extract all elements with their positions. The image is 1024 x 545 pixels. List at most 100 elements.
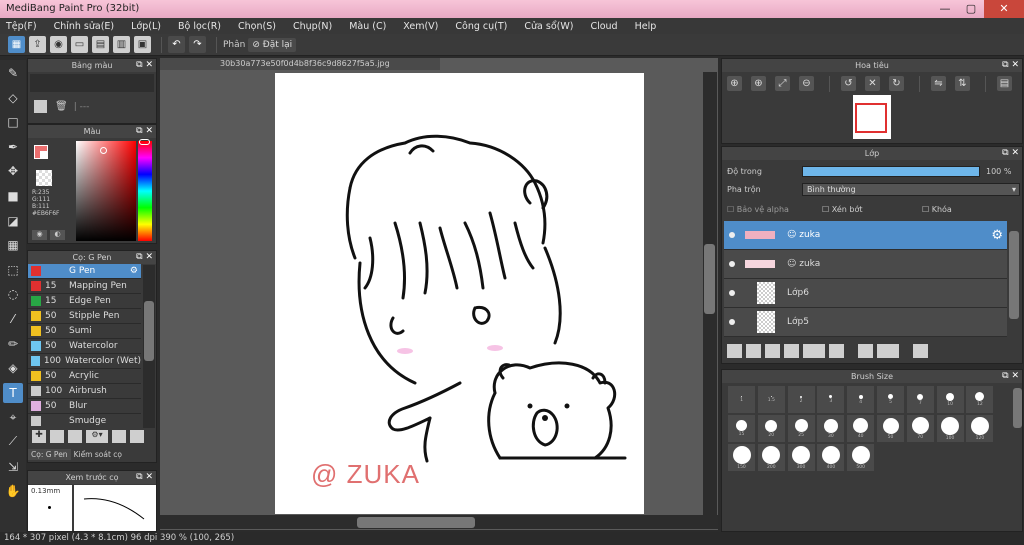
menu-filter[interactable]: Bộ lọc(R) — [178, 21, 221, 32]
menu-file[interactable]: Tệp(F) — [6, 21, 37, 32]
layout-icon[interactable]: ▦ — [8, 36, 25, 53]
export-icon[interactable]: ⇪ — [29, 36, 46, 53]
navigator-settings-icon[interactable]: ▤ — [997, 76, 1012, 91]
panel-controls[interactable]: ⧉ ✕ — [136, 59, 153, 72]
lock-checkbox[interactable]: ☐ Khóa — [922, 205, 952, 214]
visibility-icon[interactable] — [729, 261, 735, 267]
minimize-button[interactable]: — — [932, 0, 958, 18]
gradient-tool-icon[interactable]: ▦ — [3, 235, 23, 255]
brush-size-option[interactable]: 20 — [757, 415, 785, 442]
hand-tool-icon[interactable]: ✋ — [3, 481, 23, 501]
redo-icon[interactable]: ↷ — [189, 36, 206, 53]
brush-size-scroll-thumb[interactable] — [1013, 388, 1022, 428]
close-button[interactable]: ✕ — [984, 0, 1024, 18]
menu-cloud[interactable]: Cloud — [590, 21, 617, 32]
visibility-icon[interactable] — [729, 290, 735, 296]
brush-size-option[interactable]: 150 — [728, 444, 755, 471]
brush-size-option[interactable]: 500 — [847, 444, 875, 471]
delete-palette-icon[interactable]: 🗑 — [55, 101, 68, 112]
layer-list-scroll-thumb[interactable] — [1009, 231, 1019, 319]
pages-icon[interactable]: ▥ — [113, 36, 130, 53]
brush-size-option[interactable]: 50 — [877, 415, 904, 442]
flip-icon[interactable]: ⇋ — [931, 76, 946, 91]
menu-layer[interactable]: Lớp(L) — [131, 21, 161, 32]
brush-size-option[interactable]: 12 — [966, 386, 994, 413]
visibility-icon[interactable] — [729, 232, 735, 238]
delete-layer-icon[interactable] — [913, 344, 928, 358]
color-picker-cursor[interactable] — [100, 147, 107, 154]
saturation-value-field[interactable] — [76, 141, 136, 241]
brush-size-option[interactable]: 30 — [817, 415, 845, 442]
copy-brush-icon[interactable] — [68, 430, 82, 443]
menu-color[interactable]: Màu (C) — [349, 21, 386, 32]
hue-slider-handle[interactable] — [139, 139, 150, 145]
menu-window[interactable]: Cửa sổ(W) — [524, 21, 573, 32]
brush-size-option[interactable]: 15 — [728, 415, 755, 442]
move-tool-icon[interactable]: ✥ — [3, 161, 23, 181]
opacity-slider[interactable] — [802, 166, 980, 177]
flip-vertical-icon[interactable]: ⇅ — [955, 76, 970, 91]
color-settings-toggle[interactable]: ◐ — [50, 230, 65, 240]
brush-item[interactable]: 50 Stipple Pen — [28, 309, 141, 324]
new-halftone-layer-icon[interactable] — [746, 344, 761, 358]
grid-icon[interactable]: ▣ — [134, 36, 151, 53]
brush-size-option[interactable]: 120 — [966, 415, 994, 442]
brush-size-option[interactable]: 70 — [906, 415, 934, 442]
merge-layer-icon[interactable] — [877, 344, 899, 358]
menu-help[interactable]: Help — [635, 21, 657, 32]
brush-item[interactable]: 100 Airbrush — [28, 384, 141, 399]
delete-brush-icon[interactable] — [112, 430, 126, 443]
menu-tools[interactable]: Công cụ(T) — [455, 21, 507, 32]
brush-size-option[interactable]: 40 — [847, 415, 875, 442]
select-eraser-tool-icon[interactable]: ◈ — [3, 358, 23, 378]
new-8bit-layer-icon[interactable] — [765, 344, 780, 358]
select-tool-icon[interactable]: ⬚ — [3, 260, 23, 280]
text-tool-icon[interactable]: T — [3, 382, 23, 403]
new-1bit-layer-icon[interactable] — [784, 344, 799, 358]
brush-item[interactable]: 50 Watercolor — [28, 339, 141, 354]
tab-brush[interactable]: Cọ: G Pen — [28, 449, 71, 460]
brush-size-option[interactable]: 200 — [757, 444, 785, 471]
brush-size-option[interactable]: 25 — [787, 415, 815, 442]
layer-row[interactable]: ☺ zuka ⚙ — [724, 221, 1007, 250]
folder-brush-icon[interactable] — [130, 430, 144, 443]
vertical-scroll-thumb[interactable] — [704, 244, 715, 314]
duplicate-layer-icon[interactable] — [858, 344, 873, 358]
rotate-left-icon[interactable]: ↺ — [841, 76, 856, 91]
snap-reset-button[interactable]: ⊘ Đặt lại — [248, 37, 297, 52]
comment-icon[interactable]: ◉ — [50, 36, 67, 53]
panel-controls[interactable]: ⧉ ✕ — [136, 125, 153, 138]
navigator-viewport[interactable] — [855, 103, 887, 133]
bucket-tool-icon[interactable]: ◪ — [3, 211, 23, 231]
brush-item[interactable]: 100 Watercolor (Wet) — [28, 354, 141, 369]
blend-mode-select[interactable]: Bình thường ▾ — [802, 183, 1020, 196]
brush-settings-icon[interactable]: ⚙ — [130, 266, 138, 276]
layer-row[interactable]: Lớp5 — [724, 308, 1007, 337]
brush-size-option[interactable]: 5 — [877, 386, 904, 413]
palette-swatches[interactable] — [30, 74, 154, 92]
brush-item[interactable]: 50 Acrylic — [28, 369, 141, 384]
maximize-button[interactable]: ▢ — [958, 0, 984, 18]
color-mode-toggle[interactable]: ◉ — [32, 230, 47, 240]
panel-controls[interactable]: ⧉ ✕ — [136, 471, 153, 484]
layer-row[interactable]: Lớp6 — [724, 279, 1007, 308]
layer-settings-icon[interactable]: ⚙ — [991, 228, 1003, 243]
background-color-swatch[interactable] — [40, 151, 48, 159]
new-palette-icon[interactable] — [34, 100, 47, 113]
brush-size-option[interactable]: 3 — [817, 386, 845, 413]
magic-wand-tool-icon[interactable]: ⁄ — [3, 309, 23, 329]
divide-tool-icon[interactable]: ⇲ — [3, 457, 23, 477]
lasso-tool-icon[interactable]: ◌ — [3, 284, 23, 304]
panel-icon[interactable]: ▭ — [71, 36, 88, 53]
transparent-color-swatch[interactable] — [36, 170, 52, 186]
brush-settings-icon[interactable]: ⚙▾ — [86, 430, 108, 443]
brush-item[interactable]: 50 Blur — [28, 399, 141, 414]
new-brush-icon[interactable] — [50, 430, 64, 443]
menu-snap[interactable]: Chụp(N) — [293, 21, 332, 32]
clipping-checkbox[interactable]: ☐ Xén bớt — [822, 205, 922, 214]
zoom-in-icon[interactable]: ⊕ — [727, 76, 742, 91]
panel-controls[interactable]: ⧉ ✕ — [136, 251, 153, 264]
undo-icon[interactable]: ↶ — [168, 36, 185, 53]
brush-size-option[interactable]: 100 — [936, 415, 964, 442]
alpha-protect-checkbox[interactable]: ☐ Bảo vệ alpha — [727, 205, 822, 214]
